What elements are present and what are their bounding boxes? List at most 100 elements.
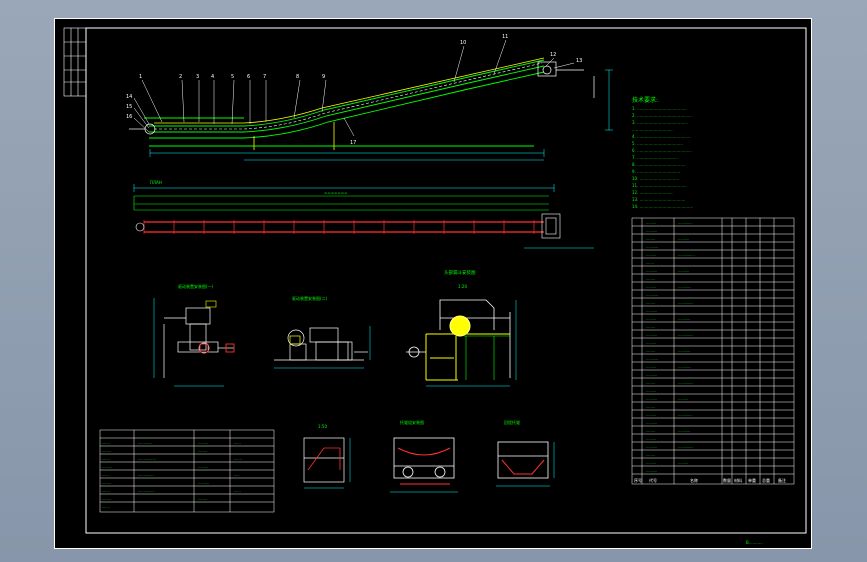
svg-text:........: ........ [102, 481, 111, 485]
svg-text:............: ............ [678, 285, 691, 289]
svg-text:.........: ......... [646, 341, 656, 345]
svg-text:7: 7 [263, 74, 266, 80]
svg-text:.........: ......... [198, 441, 208, 445]
table-header-4: 材料 [734, 477, 742, 483]
svg-text:.......: ....... [646, 261, 654, 265]
svg-text:.........: ......... [646, 253, 656, 257]
table-header-7: 备注 [778, 477, 786, 483]
svg-text:......: ...... [234, 441, 241, 445]
svg-text:2. ...........................: 2. .....................................… [632, 113, 692, 118]
svg-text:.............: ............. [678, 413, 692, 417]
svg-text:.........: ......... [646, 437, 656, 441]
svg-text:ПЛАН: ПЛАН [150, 180, 162, 185]
svg-text:........: ........ [646, 405, 655, 409]
svg-text:.......: ....... [234, 457, 242, 461]
footer-title: B........... [746, 540, 763, 545]
svg-text:...........: ........... [646, 357, 658, 361]
svg-text:12: 12 [550, 52, 556, 58]
drive-unit-detail-2: 驱动装置安装图(二) [274, 295, 371, 369]
svg-text:9: 9 [322, 74, 325, 80]
scale-label-b: 1:50 [318, 424, 327, 429]
svg-text:11. ..........................: 11. ....................................… [632, 183, 687, 188]
svg-text:........: ........ [198, 449, 207, 453]
svg-text:.........: ......... [646, 389, 656, 393]
drawing-sheet[interactable]: 123 456 789 10 11 12 13 14 15 16 17 ПЛАН… [54, 18, 812, 549]
svg-text:.........: ......... [646, 413, 656, 417]
svg-text:..............: .............. [678, 381, 694, 385]
svg-text:..........: .......... [646, 229, 657, 233]
table-header-1: 代号 [649, 477, 657, 483]
svg-text:.........: ......... [646, 285, 656, 289]
svg-text:.........: ......... [198, 465, 208, 469]
svg-text:........: ........ [102, 449, 111, 453]
svg-text:4: 4 [211, 74, 214, 80]
svg-text:13. ..........................: 13. .................................... [632, 197, 685, 202]
svg-text:...............: ............... [678, 253, 695, 257]
svg-text:...........: ........... [678, 349, 690, 353]
svg-text:.........: ......... [646, 365, 656, 369]
svg-text:..........: .......... [646, 309, 657, 313]
specs-table-entries: ............... ................ .......… [102, 441, 242, 509]
svg-text:..........: .......... [198, 481, 209, 485]
svg-text:..........: .......... [678, 237, 689, 241]
cad-viewport[interactable]: 123 456 789 10 11 12 13 14 15 16 17 ПЛАН… [0, 0, 867, 562]
svg-text:........: ........ [646, 237, 655, 241]
svg-text:托辊组安装图: 托辊组安装图 [400, 419, 424, 425]
svg-text:=======: ======= [324, 190, 347, 195]
svg-text:................: ................ [138, 457, 156, 461]
svg-text:..............: .............. [678, 333, 694, 337]
svg-text:..........: .......... [646, 445, 657, 449]
svg-text:6: 6 [247, 74, 250, 80]
svg-text:4. ...........................: 4. .....................................… [632, 134, 691, 139]
svg-text:3. ...........................: 3. .....................................… [632, 120, 688, 125]
svg-text:.........: ......... [678, 397, 688, 401]
outer-frame [54, 18, 812, 549]
svg-text:7. ...........................: 7. ................................ [632, 155, 678, 160]
conveyor-elevation: 123 456 789 101112 131415 1617 [126, 34, 613, 161]
svg-text:.........: ......... [646, 221, 656, 225]
svg-text:8. ...........................: 8. .....................................… [632, 162, 685, 167]
svg-text:3: 3 [196, 74, 199, 80]
svg-text:...............: ............... [138, 489, 155, 493]
svg-text:技术要求:: 技术要求: [632, 96, 658, 104]
svg-text:..........: .......... [646, 373, 657, 377]
svg-text:........: ........ [102, 497, 111, 501]
svg-text:5. ...........................: 5. .................................... [632, 141, 683, 146]
svg-text:..............: .............. [678, 445, 694, 449]
specs-table [99, 429, 275, 513]
svg-text:9. ...........................: 9. .................................. [632, 169, 680, 174]
svg-text:.............: ............. [678, 221, 692, 225]
idler-detail-1: 1:50 [303, 424, 351, 489]
svg-text:1: 1 [139, 74, 142, 80]
svg-text:.........: ......... [678, 461, 688, 465]
svg-text:..........: .......... [646, 469, 657, 473]
svg-text:......: ...... [234, 489, 241, 493]
svg-text:...........: ........... [646, 245, 658, 249]
svg-text:......: ...... [102, 473, 109, 477]
svg-text:.....: ..... [234, 473, 240, 477]
svg-text:...........: ........... [678, 317, 690, 321]
svg-text:..........: .......... [646, 269, 657, 273]
table-header-6: 总重 [762, 477, 770, 483]
svg-text:.......: ....... [102, 457, 110, 461]
svg-text:13: 13 [576, 58, 582, 64]
drawing-canvas: 123 456 789 101112 131415 1617 ПЛАН ====… [54, 18, 812, 549]
svg-text:10. ..........................: 10. ............................... [632, 176, 679, 181]
svg-text:.........: ......... [646, 461, 656, 465]
svg-text:........: ........ [646, 453, 655, 457]
table-header-5: 单重 [748, 477, 756, 483]
svg-text:...........: ........... [678, 429, 690, 433]
scale-label-a: 1:20 [458, 284, 467, 289]
svg-text:..............: .............. [678, 301, 694, 305]
svg-text:11: 11 [502, 34, 508, 40]
svg-text:........: ........ [646, 277, 655, 281]
conveyor-plan: ПЛАН ======= [133, 180, 594, 249]
svg-text:驱动装置安装图(一): 驱动装置安装图(一) [178, 283, 214, 289]
svg-text:........: ........ [646, 429, 655, 433]
svg-text:5: 5 [231, 74, 234, 80]
svg-text:........: ........ [198, 497, 207, 501]
svg-text:10: 10 [460, 40, 466, 46]
svg-text:12. ..........................: 12. .......................... [632, 190, 673, 195]
svg-text:............: ............ [678, 365, 691, 369]
left-title-strip [63, 27, 87, 97]
